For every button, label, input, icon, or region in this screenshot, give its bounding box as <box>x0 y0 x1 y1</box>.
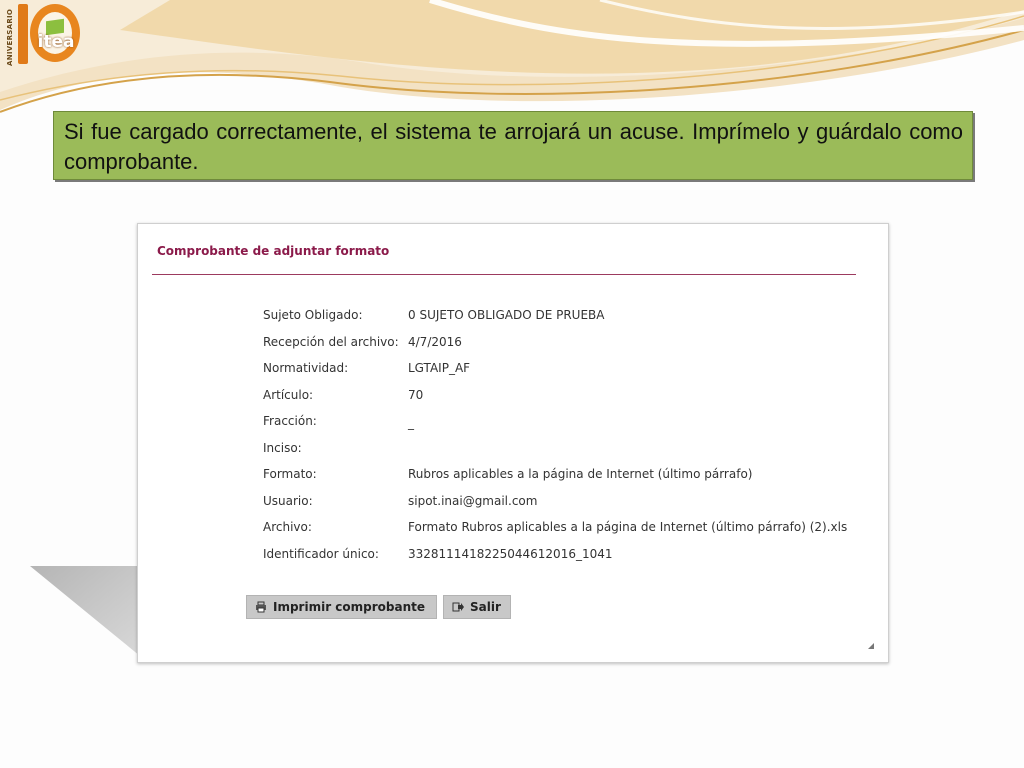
itea-logo: ANIVERSARIO itea <box>2 0 84 70</box>
field-value: 0 SUJETO OBLIGADO DE PRUEBA <box>408 308 605 322</box>
field-sujeto-obligado: Sujeto Obligado: 0 SUJETO OBLIGADO DE PR… <box>263 308 873 330</box>
field-fraccion: Fracción: _ <box>263 414 873 436</box>
logo-vertical-text: ANIVERSARIO <box>6 8 14 66</box>
shadow-shape <box>30 566 140 656</box>
field-label: Formato: <box>263 467 317 481</box>
field-value: 70 <box>408 388 424 402</box>
field-archivo: Archivo: Formato Rubros aplicables a la … <box>263 520 873 542</box>
field-label: Artículo: <box>263 388 314 402</box>
field-formato: Formato: Rubros aplicables a la página d… <box>263 467 873 489</box>
field-label: Archivo: <box>263 520 312 534</box>
printer-icon <box>256 601 266 613</box>
field-label: Fracción: <box>263 414 317 428</box>
field-value: LGTAIP_AF <box>408 361 471 375</box>
print-button-label: Imprimir comprobante <box>273 600 426 614</box>
print-receipt-button[interactable]: Imprimir comprobante <box>246 595 437 619</box>
field-articulo: Artículo: 70 <box>263 388 873 410</box>
field-usuario: Usuario: sipot.inai@gmail.com <box>263 494 873 516</box>
exit-icon <box>452 602 464 612</box>
logo-text: itea <box>37 32 75 52</box>
exit-button[interactable]: Salir <box>443 595 511 619</box>
field-value: sipot.inai@gmail.com <box>408 494 538 508</box>
field-label: Recepción del archivo: <box>263 335 399 349</box>
resize-handle[interactable] <box>868 643 874 649</box>
field-inciso: Inciso: <box>263 441 873 463</box>
field-value: 332811141822504461​2016_1041 <box>408 547 613 561</box>
field-label: Identificador único: <box>263 547 379 561</box>
dialog-title: Comprobante de adjuntar formato <box>157 244 390 258</box>
field-label: Sujeto Obligado: <box>263 308 363 322</box>
field-label: Normatividad: <box>263 361 349 375</box>
field-identificador: Identificador único: 332811141822504461​… <box>263 547 873 569</box>
instruction-callout: Si fue cargado correctamente, el sistema… <box>53 111 973 180</box>
field-value: 4/7/2016 <box>408 335 462 349</box>
field-normatividad: Normatividad: LGTAIP_AF <box>263 361 873 383</box>
logo-number-one <box>18 4 28 64</box>
field-value: _ <box>408 416 414 430</box>
field-label: Inciso: <box>263 441 302 455</box>
field-value: Formato Rubros aplicables a la página de… <box>408 520 848 534</box>
field-value: Rubros aplicables a la página de Interne… <box>408 467 753 481</box>
exit-button-label: Salir <box>470 600 501 614</box>
field-recepcion: Recepción del archivo: 4/7/2016 <box>263 335 873 357</box>
receipt-dialog: Comprobante de adjuntar formato Sujeto O… <box>137 223 889 663</box>
field-label: Usuario: <box>263 494 313 508</box>
title-divider <box>152 274 856 275</box>
